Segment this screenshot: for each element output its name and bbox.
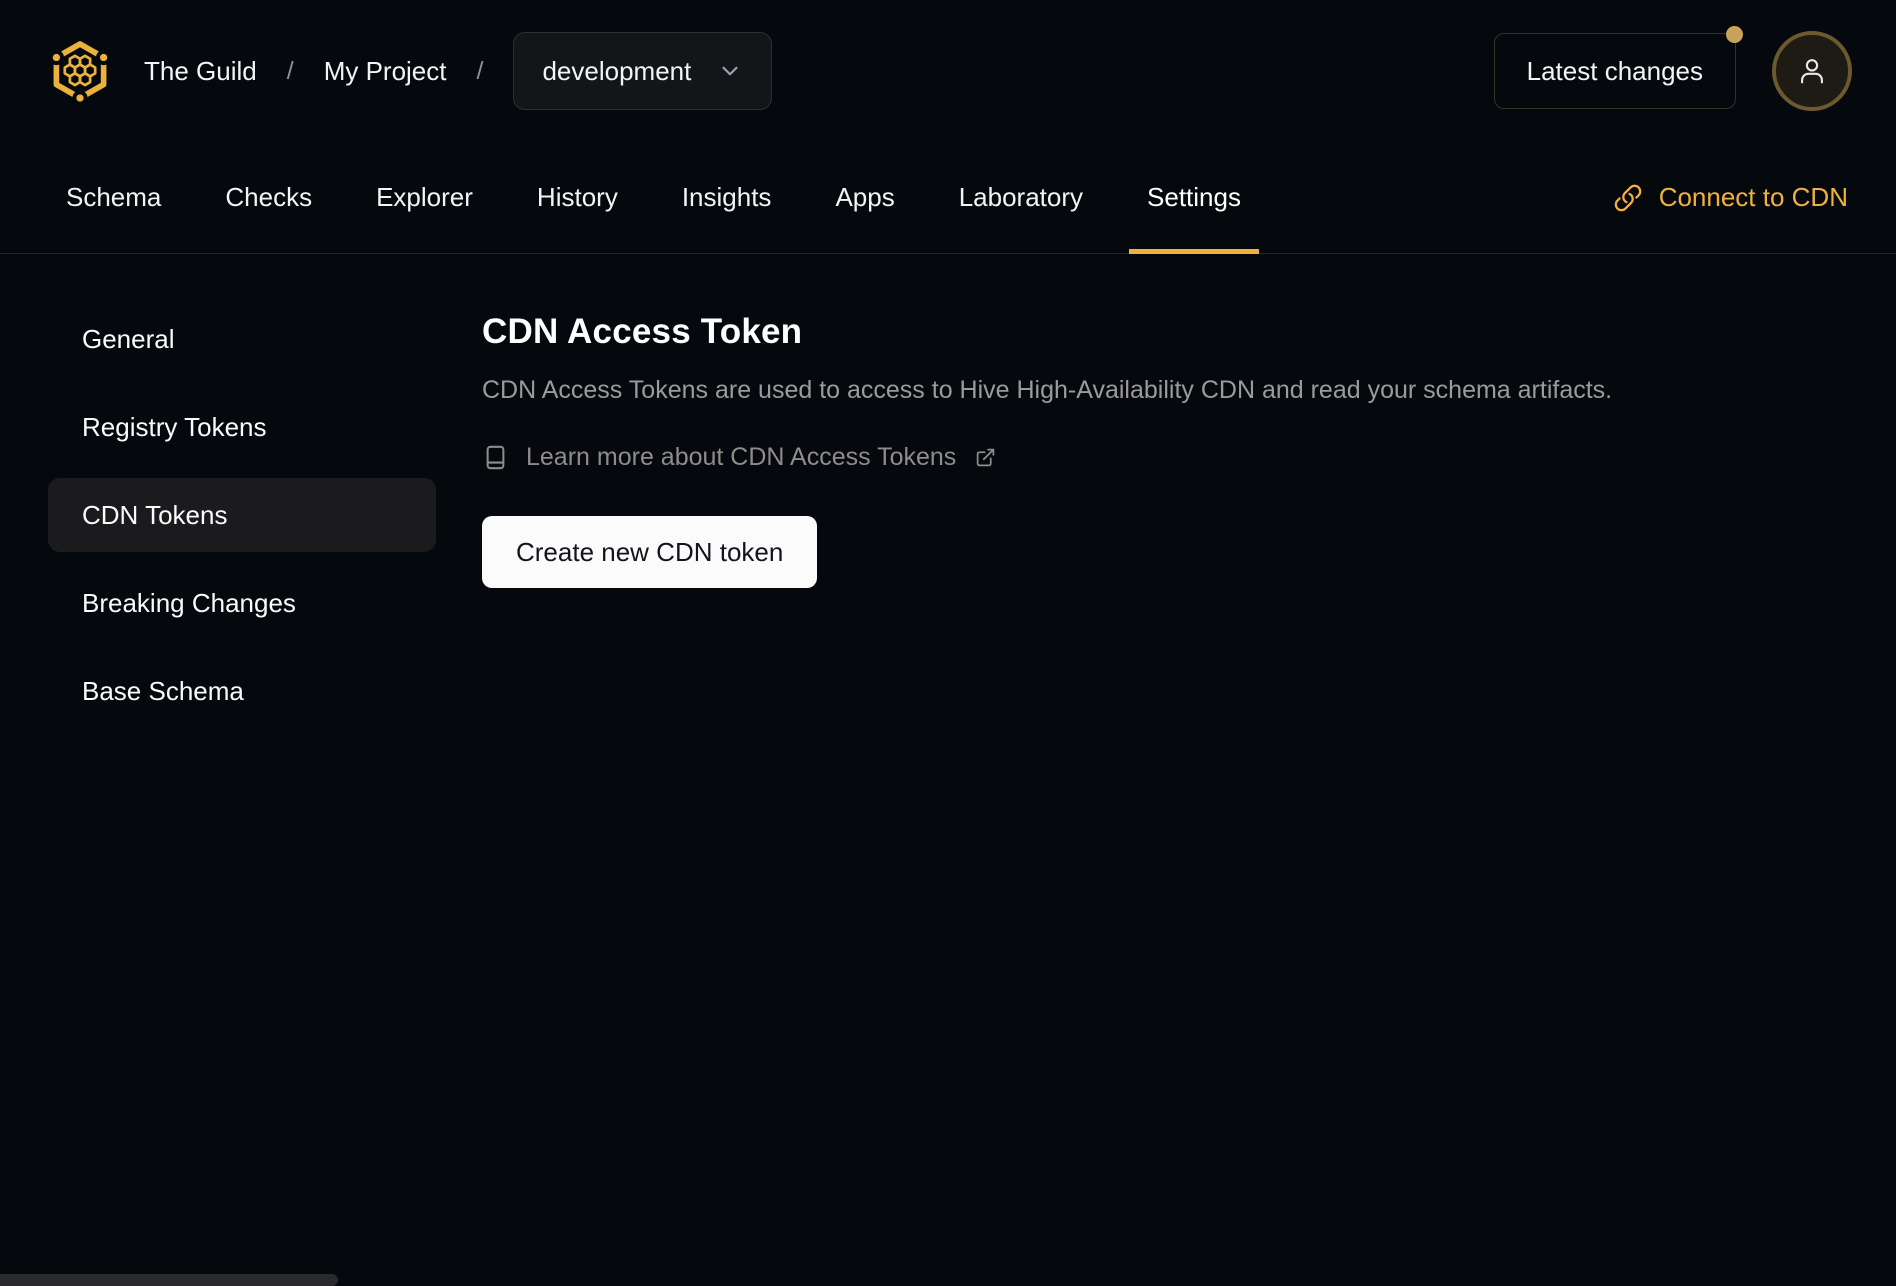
- avatar-button[interactable]: [1772, 31, 1852, 111]
- chevron-down-icon: [722, 66, 738, 76]
- header-right: Latest changes: [1493, 26, 1852, 111]
- create-cdn-token-button[interactable]: Create new CDN token: [482, 516, 818, 588]
- header: The Guild / My Project / development Lat…: [0, 0, 1896, 142]
- sidebar-item-base-schema[interactable]: Base Schema: [48, 654, 436, 728]
- main-content: CDN Access Token CDN Access Tokens are u…: [482, 254, 1848, 742]
- tab-checks[interactable]: Checks: [207, 142, 330, 253]
- sidebar-item-breaking-changes[interactable]: Breaking Changes: [48, 566, 436, 640]
- hive-honeycomb-logo-icon: [48, 41, 112, 106]
- link-icon: [1614, 184, 1641, 211]
- app-root: The Guild / My Project / development Lat…: [0, 0, 1896, 1286]
- learn-more-link[interactable]: Learn more about CDN Access Tokens: [482, 443, 996, 472]
- tab-insights[interactable]: Insights: [664, 142, 790, 253]
- user-icon: [1801, 59, 1823, 84]
- sidebar-item-cdn-tokens[interactable]: CDN Tokens: [48, 478, 436, 552]
- breadcrumb: The Guild / My Project /: [144, 56, 483, 87]
- latest-changes-button[interactable]: Latest changes: [1493, 26, 1743, 109]
- notification-dot-icon: [1726, 26, 1743, 43]
- breadcrumb-project[interactable]: My Project: [324, 56, 447, 87]
- connect-to-cdn-label: Connect to CDN: [1658, 182, 1848, 212]
- tab-schema[interactable]: Schema: [48, 142, 179, 253]
- tab-explorer[interactable]: Explorer: [358, 142, 491, 253]
- latest-changes-label: Latest changes: [1526, 55, 1703, 86]
- tab-bar: Schema Checks Explorer History Insights …: [0, 142, 1896, 254]
- tab-settings[interactable]: Settings: [1129, 142, 1259, 254]
- breadcrumb-separator: /: [476, 56, 484, 85]
- target-selector-value: development: [542, 55, 692, 86]
- sidebar-item-general[interactable]: General: [48, 302, 436, 376]
- page-description: CDN Access Tokens are used to access to …: [482, 376, 1613, 404]
- hive-logo[interactable]: [44, 35, 116, 107]
- settings-sidebar: General Registry Tokens CDN Tokens Break…: [48, 302, 436, 742]
- tab-laboratory[interactable]: Laboratory: [941, 142, 1101, 253]
- learn-more-label: Learn more about CDN Access Tokens: [526, 443, 957, 471]
- breadcrumb-separator: /: [286, 56, 294, 85]
- book-icon: [486, 445, 505, 470]
- target-selector[interactable]: development: [513, 32, 773, 110]
- connect-to-cdn-link[interactable]: Connect to CDN: [1613, 142, 1848, 253]
- tab-history[interactable]: History: [519, 142, 636, 253]
- settings-content: General Registry Tokens CDN Tokens Break…: [0, 254, 1896, 742]
- tab-apps[interactable]: Apps: [817, 142, 912, 253]
- horizontal-scrollbar-thumb[interactable]: [0, 1274, 338, 1286]
- page-title: CDN Access Token: [482, 312, 803, 351]
- sidebar-item-registry-tokens[interactable]: Registry Tokens: [48, 390, 436, 464]
- breadcrumb-org[interactable]: The Guild: [144, 56, 257, 87]
- external-link-icon: [977, 448, 995, 467]
